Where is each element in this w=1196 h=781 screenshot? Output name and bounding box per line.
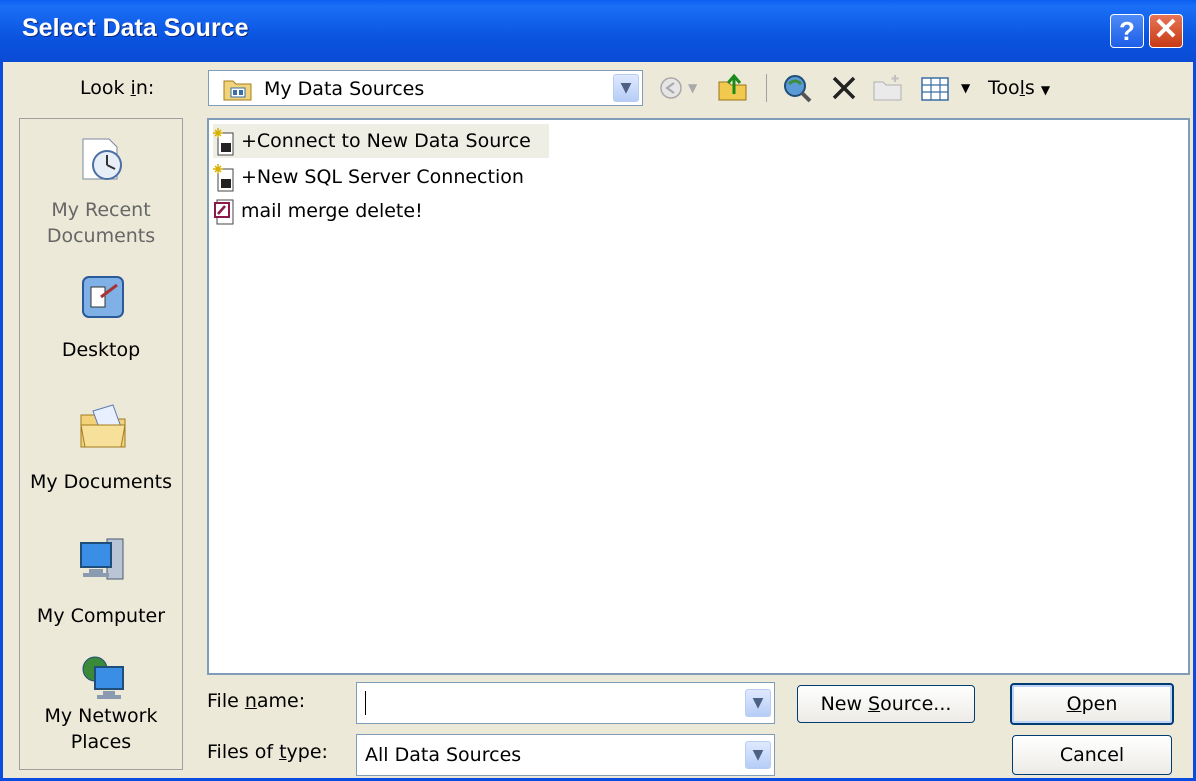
network-places-icon [82, 656, 124, 699]
my-documents-icon [80, 404, 126, 448]
access-database-icon [214, 199, 234, 224]
close-button[interactable]: ✕ [1149, 14, 1183, 48]
file-item-connect-new-source[interactable]: +Connect to New Data Source [213, 124, 549, 158]
files-of-type-label: Files of type: [207, 741, 328, 763]
my-computer-icon [80, 538, 124, 580]
up-folder-icon[interactable] [716, 72, 750, 104]
new-connection-icon [213, 127, 234, 155]
file-item-label: +New SQL Server Connection [241, 166, 524, 188]
place-desktop[interactable]: Desktop [20, 265, 182, 375]
views-icon[interactable] [919, 72, 951, 104]
file-name-label: File name: [207, 690, 306, 712]
new-source-button[interactable]: New Source... [797, 685, 975, 723]
chevron-down-icon[interactable]: ▼ [613, 74, 639, 102]
look-in-label: Look in: [80, 77, 155, 99]
file-item-mail-merge-delete[interactable]: mail merge delete! [213, 194, 423, 228]
help-button[interactable]: ? [1110, 14, 1144, 48]
back-dropdown-icon[interactable]: ▼ [688, 72, 697, 104]
open-button[interactable]: Open [1010, 683, 1174, 725]
files-of-type-dropdown[interactable]: All Data Sources ▼ [356, 734, 775, 776]
files-of-type-value: All Data Sources [365, 744, 522, 766]
place-label: My Network Places [44, 705, 158, 753]
dialog-title: Select Data Source [22, 14, 249, 42]
text-cursor [365, 691, 366, 715]
place-my-documents[interactable]: My Documents [20, 395, 182, 515]
delete-icon[interactable] [829, 72, 859, 104]
cancel-button[interactable]: Cancel [1012, 735, 1172, 775]
recent-documents-icon [82, 138, 122, 180]
file-item-new-sql-server-connection[interactable]: +New SQL Server Connection [213, 160, 524, 194]
file-name-field[interactable]: ▼ [356, 682, 775, 724]
tools-menu[interactable]: Tools ▼ [988, 77, 1050, 99]
file-list[interactable]: +Connect to New Data Source +New SQL Ser… [207, 118, 1190, 675]
views-dropdown-icon[interactable]: ▼ [961, 72, 970, 104]
title-bar[interactable]: Select Data Source ? ✕ [0, 0, 1196, 62]
new-folder-icon[interactable] [871, 72, 905, 104]
desktop-icon [82, 276, 124, 318]
place-label: My Computer [36, 605, 166, 627]
look-in-dropdown[interactable]: My Data Sources ▼ [208, 70, 643, 106]
places-bar: My Recent Documents Desktop My Documents [19, 118, 183, 770]
place-label: Desktop [61, 339, 141, 361]
place-label: My Recent Documents [46, 199, 156, 247]
place-my-recent-documents[interactable]: My Recent Documents [20, 127, 182, 253]
select-data-source-dialog: Select Data Source ? ✕ Look in: My Data … [0, 0, 1196, 781]
back-icon[interactable] [656, 72, 686, 104]
chevron-down-icon[interactable]: ▼ [745, 689, 771, 717]
look-in-value: My Data Sources [264, 78, 425, 100]
toolbar-separator [766, 74, 767, 102]
data-sources-folder-icon [223, 80, 252, 101]
file-item-label: +Connect to New Data Source [241, 130, 531, 152]
search-web-icon[interactable] [781, 72, 813, 104]
place-my-network-places[interactable]: My Network Places [20, 649, 182, 767]
place-label: My Documents [29, 471, 172, 493]
new-connection-icon [213, 163, 234, 191]
place-my-computer[interactable]: My Computer [20, 527, 182, 647]
file-item-label: mail merge delete! [241, 200, 423, 222]
chevron-down-icon[interactable]: ▼ [745, 741, 771, 769]
dialog-body: Look in: My Data Sources ▼ ▼ ▼ Tools ▼ M… [3, 62, 1193, 778]
